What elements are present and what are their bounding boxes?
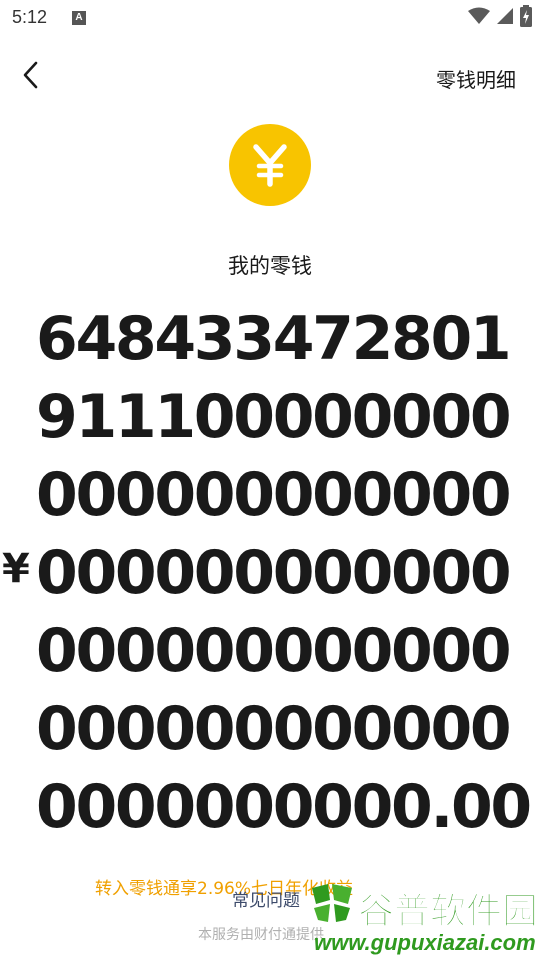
watermark-url: www.gupuxiazai.com xyxy=(314,930,536,955)
status-bar: 5:12 A xyxy=(0,0,540,36)
balance-label: 我的零钱 xyxy=(228,254,312,278)
back-button[interactable] xyxy=(14,60,48,94)
watermark-logo-icon xyxy=(308,880,356,926)
signal-icon xyxy=(496,7,514,29)
change-detail-link[interactable]: 零钱明细 xyxy=(436,64,516,93)
yen-icon xyxy=(253,144,287,187)
battery-icon xyxy=(520,5,532,31)
faq-link[interactable]: 常见问题 xyxy=(232,886,300,911)
status-time: 5:12 xyxy=(12,7,48,27)
status-icons xyxy=(468,5,532,31)
currency-symbol: ¥ xyxy=(2,546,30,592)
balance-amount: 6484334728019111000000000000000000000000… xyxy=(36,304,532,842)
wifi-icon xyxy=(468,7,490,29)
chevron-left-icon xyxy=(21,60,41,94)
watermark-title: 谷普软件园 xyxy=(357,891,539,933)
wallet-coin-icon xyxy=(229,124,311,206)
watermark: 谷普软件园 www.gupuxiazai.com xyxy=(300,874,540,960)
a-notification-icon: A xyxy=(72,11,86,25)
